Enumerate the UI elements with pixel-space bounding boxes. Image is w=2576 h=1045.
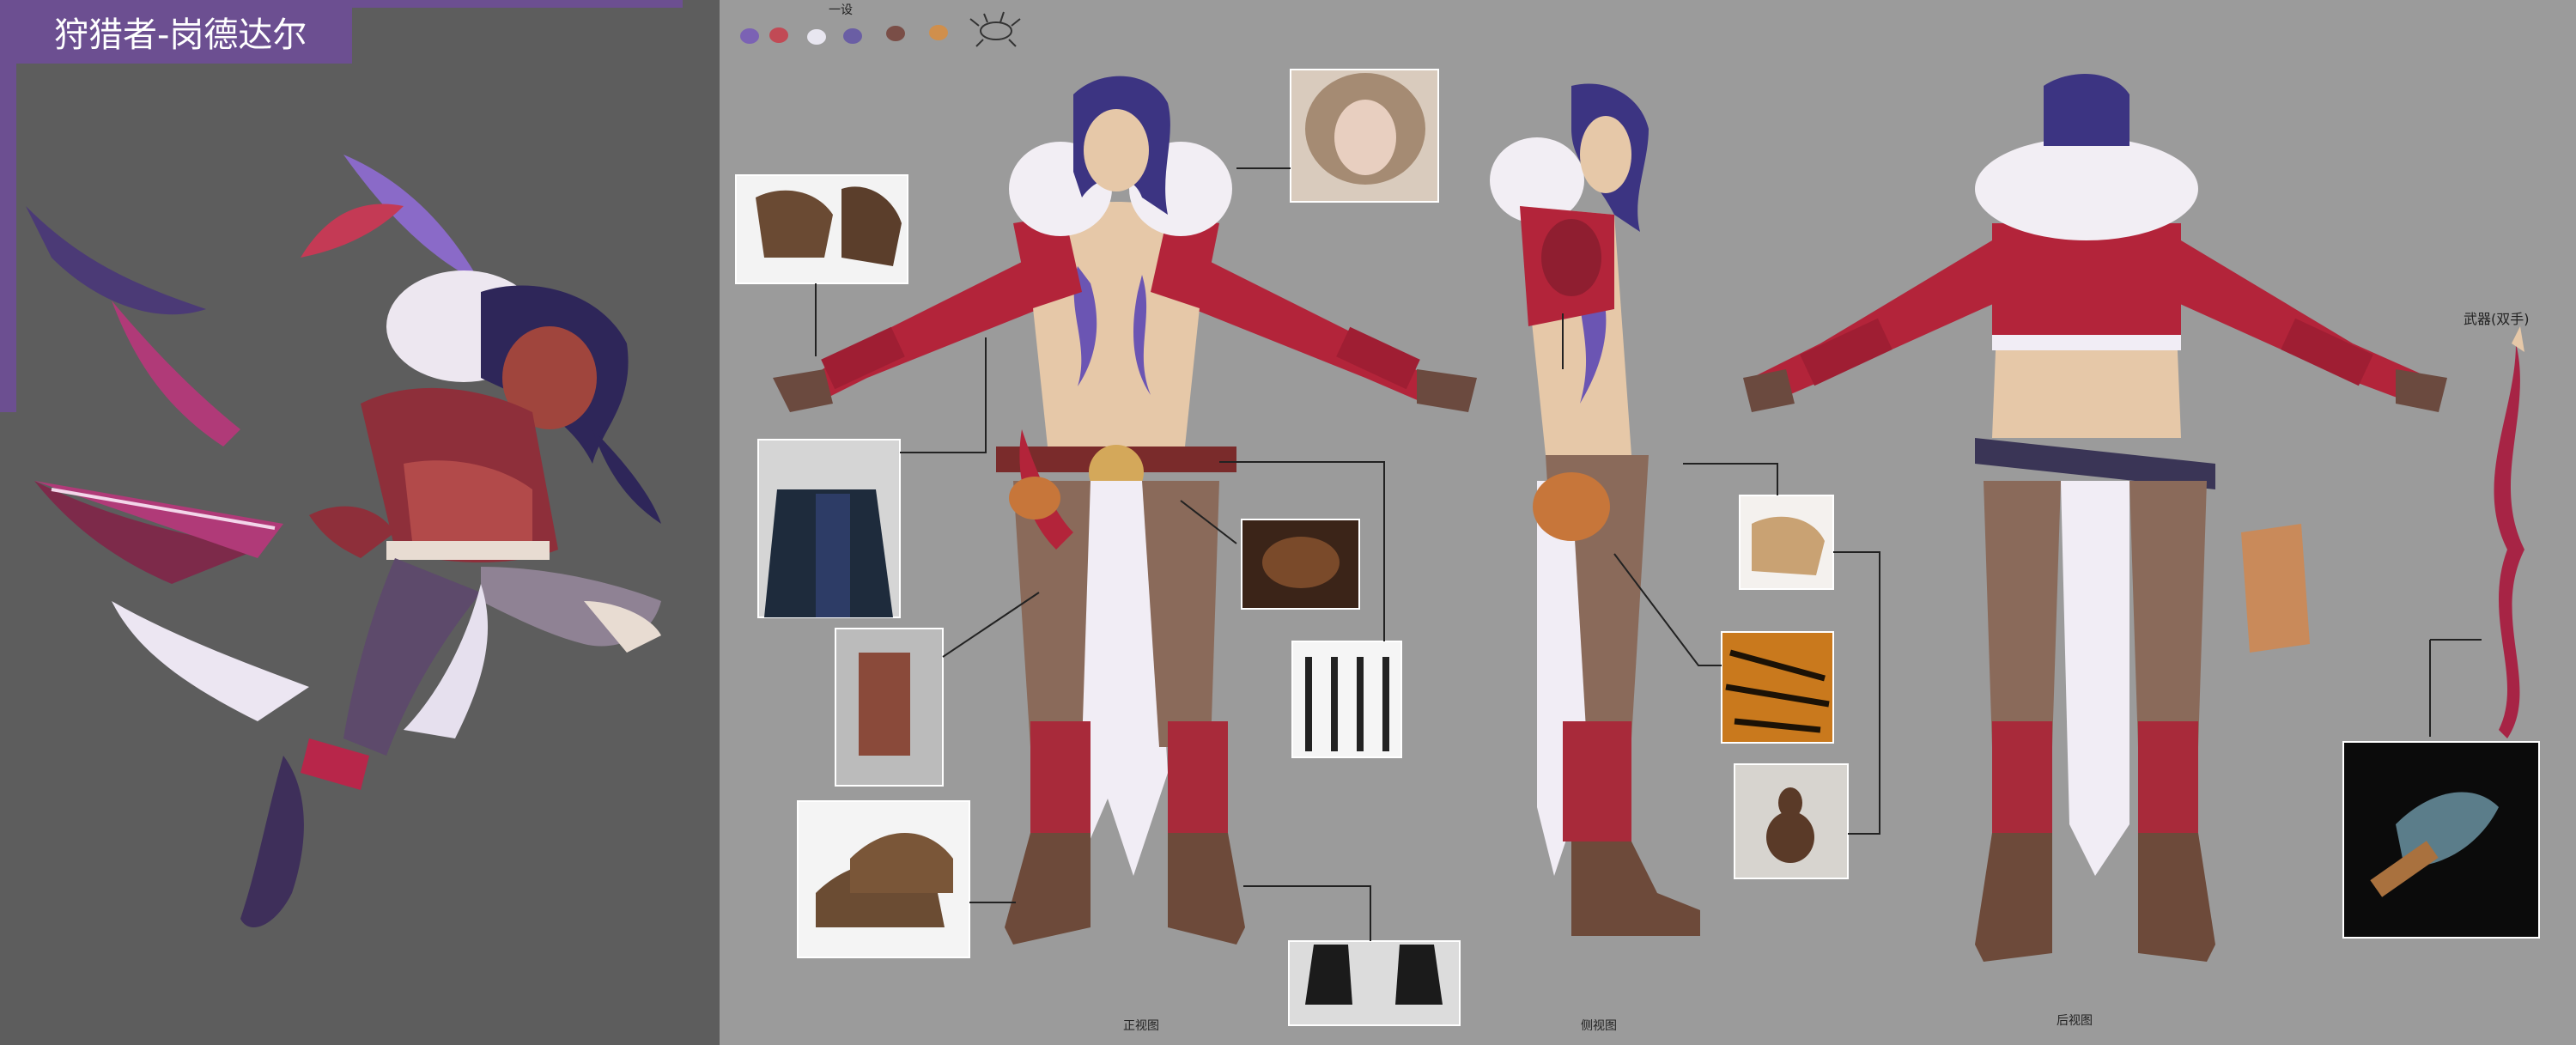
bug-sketch-icon <box>969 11 1021 47</box>
character-design-sheet: 狩猎者-岗德达尔 一设 正视图 侧视图 后视图 武器(双手) <box>0 0 2576 1045</box>
weapon-sketch <box>2494 326 2524 738</box>
front-view-caption: 正视图 <box>1123 1019 1159 1033</box>
weapon-label: 武器(双手) <box>2464 311 2530 327</box>
artwork-canvas <box>26 11 2540 1026</box>
back-view-caption: 后视图 <box>2057 1014 2093 1028</box>
side-view-caption: 侧视图 <box>1581 1019 1617 1033</box>
side-view-figure <box>1490 83 1700 936</box>
splash-art-character <box>26 155 661 927</box>
